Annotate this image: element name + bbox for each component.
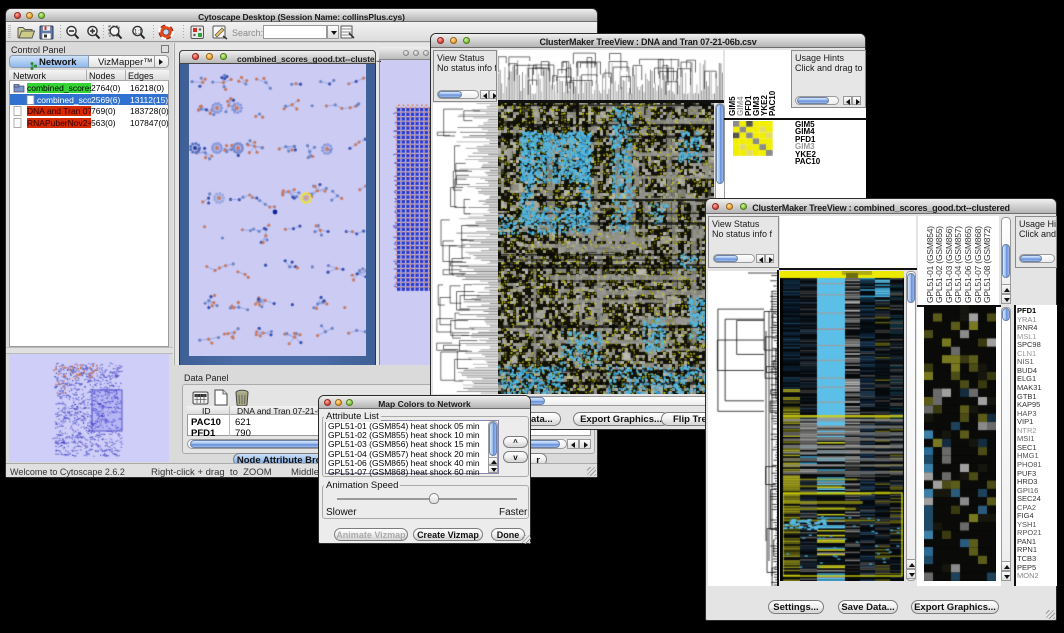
svg-text:1:1: 1:1 xyxy=(134,30,143,36)
